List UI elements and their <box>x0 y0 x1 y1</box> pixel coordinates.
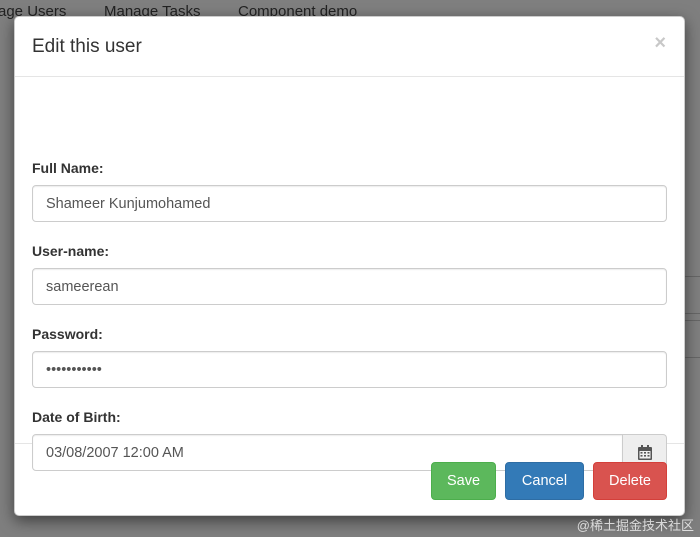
password-input[interactable] <box>32 351 667 388</box>
dob-label: Date of Birth: <box>32 409 121 425</box>
password-label: Password: <box>32 326 103 342</box>
modal-body: Full Name: User-name: Password: Date of … <box>15 77 684 471</box>
close-icon[interactable]: × <box>654 33 666 53</box>
save-button[interactable]: Save <box>431 462 496 500</box>
username-input[interactable] <box>32 268 667 305</box>
modal-title: Edit this user <box>32 36 142 57</box>
delete-button[interactable]: Delete <box>593 462 667 500</box>
cancel-button[interactable]: Cancel <box>505 462 584 500</box>
modal-header: Edit this user × <box>15 17 684 77</box>
edit-user-modal: Edit this user × Full Name: User-name: P… <box>14 16 685 516</box>
full-name-input[interactable] <box>32 185 667 222</box>
watermark: @稀土掘金技术社区 <box>576 518 694 533</box>
full-name-label: Full Name: <box>32 160 104 176</box>
username-label: User-name: <box>32 243 110 259</box>
modal-footer: Save Cancel Delete <box>15 444 684 516</box>
